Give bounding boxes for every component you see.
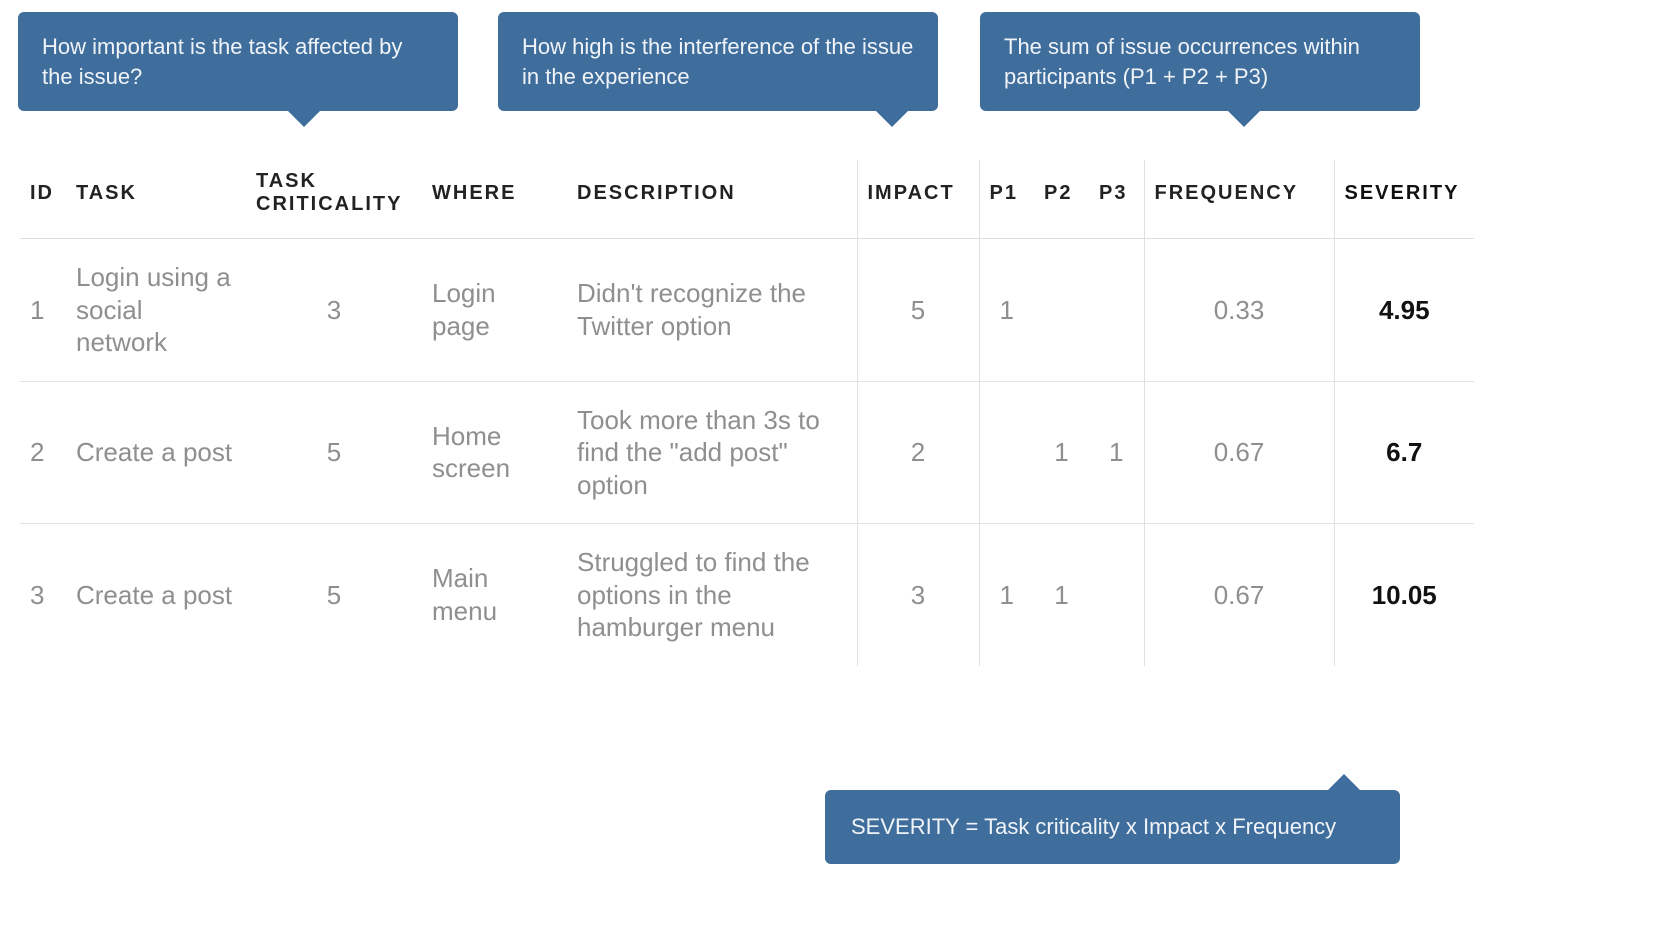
cell-where: Login page — [422, 239, 567, 382]
callout-impact: How high is the interference of the issu… — [498, 12, 938, 111]
col-impact: IMPACT — [857, 160, 979, 239]
cell-impact: 2 — [857, 381, 979, 524]
col-where: WHERE — [422, 160, 567, 239]
arrow-down-icon — [876, 111, 908, 127]
cell-criticality: 5 — [246, 381, 422, 524]
cell-p2: 1 — [1034, 381, 1089, 524]
cell-id: 2 — [20, 381, 66, 524]
cell-p1: 1 — [979, 239, 1034, 382]
table-row: 2 Create a post 5 Home screen Took more … — [20, 381, 1474, 524]
col-p2: P2 — [1034, 160, 1089, 239]
arrow-down-icon — [1228, 111, 1260, 127]
callout-criticality: How important is the task affected by th… — [18, 12, 458, 111]
callout-formula-text: SEVERITY = Task criticality x Impact x F… — [851, 814, 1336, 839]
cell-id: 3 — [20, 524, 66, 666]
cell-where: Home screen — [422, 381, 567, 524]
col-severity: SEVERITY — [1334, 160, 1474, 239]
cell-description: Didn't recognize the Twitter option — [567, 239, 857, 382]
cell-severity: 10.05 — [1334, 524, 1474, 666]
cell-where: Main menu — [422, 524, 567, 666]
cell-p2 — [1034, 239, 1089, 382]
cell-id: 1 — [20, 239, 66, 382]
col-p3: P3 — [1089, 160, 1144, 239]
col-task: TASK — [66, 160, 246, 239]
cell-frequency: 0.67 — [1144, 381, 1334, 524]
cell-task: Login using a social network — [66, 239, 246, 382]
callout-frequency: The sum of issue occurrences within part… — [980, 12, 1420, 111]
cell-p3 — [1089, 524, 1144, 666]
table-row: 1 Login using a social network 3 Login p… — [20, 239, 1474, 382]
col-criticality: TASK CRITICALITY — [246, 160, 422, 239]
callout-formula: SEVERITY = Task criticality x Impact x F… — [825, 790, 1400, 864]
usability-issues-table: ID TASK TASK CRITICALITY WHERE DESCRIPTI… — [20, 160, 1474, 666]
cell-p3: 1 — [1089, 381, 1144, 524]
cell-impact: 5 — [857, 239, 979, 382]
arrow-down-icon — [288, 111, 320, 127]
cell-p1 — [979, 381, 1034, 524]
col-description: DESCRIPTION — [567, 160, 857, 239]
cell-description: Struggled to find the options in the ham… — [567, 524, 857, 666]
cell-frequency: 0.67 — [1144, 524, 1334, 666]
cell-task: Create a post — [66, 381, 246, 524]
cell-criticality: 3 — [246, 239, 422, 382]
cell-severity: 4.95 — [1334, 239, 1474, 382]
table-row: 3 Create a post 5 Main menu Struggled to… — [20, 524, 1474, 666]
cell-severity: 6.7 — [1334, 381, 1474, 524]
callout-frequency-text: The sum of issue occurrences within part… — [1004, 34, 1360, 89]
cell-impact: 3 — [857, 524, 979, 666]
cell-p1: 1 — [979, 524, 1034, 666]
callout-impact-text: How high is the interference of the issu… — [522, 34, 913, 89]
cell-task: Create a post — [66, 524, 246, 666]
col-frequency: FREQUENCY — [1144, 160, 1334, 239]
cell-description: Took more than 3s to find the "add post"… — [567, 381, 857, 524]
cell-p3 — [1089, 239, 1144, 382]
cell-criticality: 5 — [246, 524, 422, 666]
cell-frequency: 0.33 — [1144, 239, 1334, 382]
col-p1: P1 — [979, 160, 1034, 239]
header-row: ID TASK TASK CRITICALITY WHERE DESCRIPTI… — [20, 160, 1474, 239]
cell-p2: 1 — [1034, 524, 1089, 666]
callout-criticality-text: How important is the task affected by th… — [42, 34, 402, 89]
col-id: ID — [20, 160, 66, 239]
arrow-up-icon — [1328, 774, 1360, 790]
